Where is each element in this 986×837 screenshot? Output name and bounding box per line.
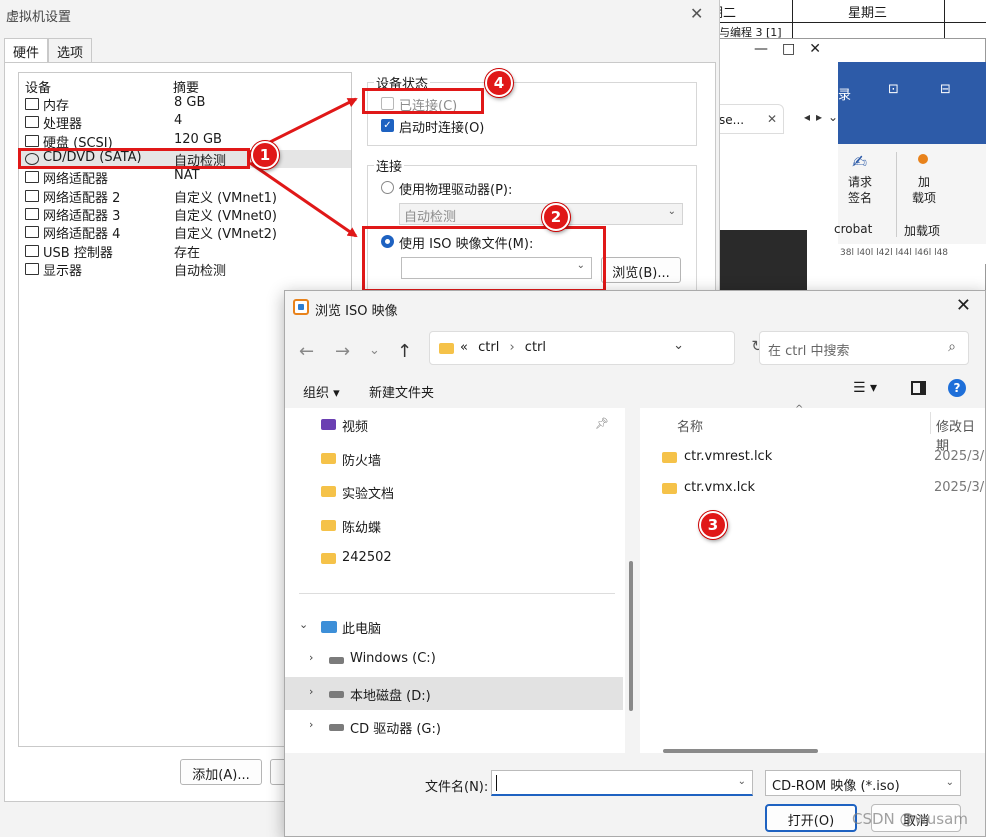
annotation-badge-3: 3 bbox=[699, 511, 727, 539]
nav-item-label: 陈幼蝶 bbox=[342, 521, 382, 536]
nav-item-label: 本地磁盘 (D:) bbox=[350, 689, 431, 704]
help-icon[interactable]: ? bbox=[948, 379, 966, 397]
nav-item-drive-d[interactable]: › 本地磁盘 (D:) bbox=[285, 677, 623, 710]
file-type-select[interactable]: CD-ROM 映像 (*.iso) ⌄ bbox=[765, 770, 961, 796]
open-button[interactable]: 打开(O) bbox=[765, 804, 857, 832]
cd-drive-icon bbox=[329, 724, 344, 731]
filename-label: 文件名(N): bbox=[425, 780, 489, 795]
search-placeholder: 在 ctrl 中搜索 bbox=[768, 344, 850, 359]
annotation-badge-1: 1 bbox=[251, 141, 279, 169]
breadcrumb-item[interactable]: ctrl bbox=[525, 340, 546, 355]
chevron-down-icon: ⌄ bbox=[945, 777, 954, 788]
file-type-value: CD-ROM 映像 (*.iso) bbox=[772, 779, 900, 794]
chevron-right-icon[interactable]: › bbox=[309, 685, 313, 698]
nav-divider bbox=[299, 593, 615, 594]
nav-item-label: 视频 bbox=[342, 420, 369, 435]
file-row[interactable]: ctr.vmx.lck 2025/3/ bbox=[662, 478, 985, 500]
video-folder-icon bbox=[321, 419, 336, 430]
nav-item-label: 此电脑 bbox=[342, 622, 382, 637]
nav-item-label: CD 驱动器 (G:) bbox=[350, 722, 441, 737]
annotation-badge-2: 2 bbox=[542, 203, 570, 231]
nav-item-label: 242502 bbox=[342, 550, 392, 565]
column-separator[interactable] bbox=[930, 412, 931, 434]
folder-icon bbox=[662, 483, 677, 494]
up-icon[interactable]: ↑ bbox=[397, 341, 412, 362]
breadcrumb-overflow[interactable]: « bbox=[460, 340, 468, 355]
folder-icon bbox=[321, 453, 336, 464]
column-name[interactable]: 名称 bbox=[677, 416, 703, 435]
annotation-badge-4: 4 bbox=[485, 69, 513, 97]
sort-ascending-icon: ^ bbox=[795, 404, 804, 415]
new-folder-button[interactable]: 新建文件夹 bbox=[369, 382, 434, 401]
navigation-pane[interactable]: 视频 📌︎ 防火墙 实验文档 陈幼蝶 242502 ⌄ 此电脑 › Windows (… bbox=[285, 408, 625, 771]
folder-icon bbox=[321, 520, 336, 531]
chevron-right-icon[interactable]: › bbox=[309, 718, 313, 731]
file-date: 2025/3/ bbox=[934, 449, 985, 464]
computer-icon bbox=[321, 621, 337, 633]
pin-icon[interactable]: 📌︎ bbox=[595, 417, 609, 430]
view-options-icon[interactable]: ☰ ▾ bbox=[853, 380, 877, 396]
text-cursor bbox=[496, 775, 497, 791]
chevron-right-icon[interactable]: › bbox=[309, 651, 313, 664]
nav-item-folder[interactable]: 陈幼蝶 bbox=[285, 509, 623, 542]
folder-icon bbox=[321, 553, 336, 564]
nav-item-firewall[interactable]: 防火墙 bbox=[285, 442, 623, 475]
nav-item-label: 防火墙 bbox=[342, 454, 382, 469]
chevron-down-icon[interactable]: ⌄ bbox=[673, 338, 684, 353]
chevron-down-icon[interactable]: ⌄ bbox=[738, 776, 746, 787]
search-input[interactable]: 在 ctrl 中搜索 ⌕ bbox=[759, 331, 969, 365]
drive-icon bbox=[329, 657, 344, 664]
close-icon[interactable]: ✕ bbox=[956, 295, 971, 316]
nav-item-242502[interactable]: 242502 bbox=[285, 542, 623, 575]
organize-menu[interactable]: 组织 ▾ bbox=[303, 382, 340, 401]
dialog-title: 浏览 ISO 映像 bbox=[315, 304, 398, 319]
chevron-down-icon[interactable]: ⌄ bbox=[299, 618, 308, 631]
forward-icon[interactable]: → bbox=[335, 341, 350, 362]
folder-icon bbox=[439, 343, 454, 354]
nav-scrollbar[interactable] bbox=[629, 561, 633, 711]
arrow-to-iso-option bbox=[249, 161, 358, 238]
drive-icon bbox=[329, 691, 344, 698]
file-toolbar: 组织 ▾ 新建文件夹 ☰ ▾ ? bbox=[285, 373, 985, 407]
nav-item-videos[interactable]: 视频 📌︎ bbox=[285, 408, 623, 441]
chevron-down-icon[interactable]: ⌄ bbox=[369, 343, 380, 358]
nav-item-drive-c[interactable]: › Windows (C:) bbox=[285, 643, 623, 676]
file-name: ctr.vmx.lck bbox=[684, 480, 755, 495]
folder-icon bbox=[321, 486, 336, 497]
back-icon[interactable]: ← bbox=[299, 341, 314, 362]
nav-item-this-pc[interactable]: ⌄ 此电脑 bbox=[285, 610, 623, 643]
file-row[interactable]: ctr.vmrest.lck 2025/3/ bbox=[662, 447, 985, 469]
file-name: ctr.vmrest.lck bbox=[684, 449, 773, 464]
nav-item-label: Windows (C:) bbox=[350, 651, 436, 666]
filename-input[interactable]: ⌄ bbox=[491, 770, 753, 796]
nav-item-lab-docs[interactable]: 实验文档 bbox=[285, 475, 623, 508]
breadcrumb-item[interactable]: ctrl bbox=[478, 340, 499, 355]
file-date: 2025/3/ bbox=[934, 480, 985, 495]
folder-icon bbox=[662, 452, 677, 463]
watermark: CSDN @wusam bbox=[852, 810, 968, 828]
address-bar[interactable]: « ctrl › ctrl ⌄ ↻ bbox=[429, 331, 764, 365]
breadcrumb-separator-icon: › bbox=[509, 340, 515, 355]
preview-pane-icon[interactable] bbox=[911, 381, 926, 395]
browse-iso-dialog: 浏览 ISO 映像 ✕ ← → ⌄ ↑ « ctrl › ctrl ⌄ ↻ 在 … bbox=[284, 290, 986, 837]
search-icon: ⌕ bbox=[948, 339, 956, 355]
file-list[interactable]: ^ 名称 修改日期 ctr.vmrest.lck 2025/3/ ctr.vmx.… bbox=[640, 404, 985, 753]
nav-item-drive-g[interactable]: › CD 驱动器 (G:) bbox=[285, 710, 623, 743]
nav-item-label: 实验文档 bbox=[342, 487, 395, 502]
vmware-app-icon bbox=[293, 299, 309, 315]
